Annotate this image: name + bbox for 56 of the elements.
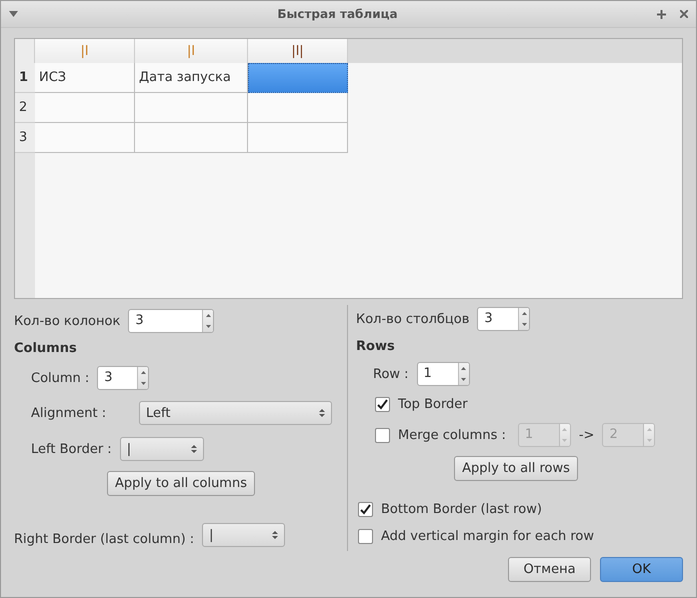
table-cell[interactable] [135, 93, 248, 123]
checkbox-label: Top Border [398, 396, 468, 412]
checkbox-label: Add vertical margin for each row [381, 528, 594, 544]
row-header[interactable]: 2 [15, 93, 35, 123]
up-arrow-icon[interactable] [461, 367, 466, 370]
table-cell[interactable] [135, 123, 248, 153]
updown-arrow-icon [272, 530, 278, 540]
spin-box[interactable]: 1 [416, 362, 470, 386]
table-cell[interactable] [35, 93, 135, 123]
checkbox[interactable] [358, 502, 373, 516]
field-label: Row : [373, 366, 409, 382]
window-title: Быстрая таблица [276, 7, 399, 21]
section-heading: Columns [14, 340, 78, 358]
checkbox-label: Merge columns : [398, 428, 506, 442]
up-arrow-icon[interactable] [140, 371, 146, 374]
down-arrow-icon[interactable] [206, 325, 211, 328]
down-arrow-icon[interactable] [140, 382, 146, 385]
up-arrow-icon[interactable] [522, 312, 527, 315]
dropdown[interactable]: | [120, 437, 204, 461]
field-label: Left Border : [31, 442, 112, 456]
cancel-button[interactable]: Отмена [508, 557, 591, 582]
down-arrow-icon[interactable] [522, 323, 527, 326]
checkbox[interactable] [375, 396, 390, 412]
down-arrow-icon[interactable] [461, 378, 466, 381]
table-cell[interactable] [248, 93, 348, 123]
table-cell[interactable] [248, 63, 348, 93]
field-label: Column : [31, 370, 90, 386]
apply-button[interactable]: Apply to all columns [107, 470, 255, 496]
field-label: Кол-во колонок [14, 314, 120, 328]
updown-arrow-icon [190, 444, 197, 454]
field-label: Alignment : [31, 406, 108, 420]
maximize-icon[interactable] [657, 10, 666, 18]
dropdown[interactable]: | [202, 523, 286, 547]
row-header[interactable]: 1 [15, 63, 35, 93]
table-cell[interactable] [35, 123, 135, 153]
close-icon[interactable] [680, 10, 688, 18]
up-arrow-icon[interactable] [206, 314, 211, 317]
row-header[interactable]: 3 [15, 123, 35, 153]
field-label: Right Border (last column) : [14, 532, 194, 547]
column-header[interactable]: |l| [248, 39, 348, 63]
arrow-label: -> [578, 428, 594, 442]
field-label: Кол-во столбцов [356, 312, 470, 326]
apply-button[interactable]: Apply to all rows [454, 456, 578, 480]
checkbox[interactable] [358, 528, 373, 544]
spin-box[interactable]: 3 [97, 366, 150, 390]
spin-box[interactable]: 3 [477, 307, 530, 331]
table-cell[interactable]: Дата запуска [135, 63, 248, 93]
table-cell[interactable]: ИСЗ [35, 63, 135, 93]
table-cell[interactable] [248, 123, 348, 153]
updown-arrow-icon [319, 408, 325, 418]
ok-button[interactable]: OK [600, 557, 683, 582]
spin-box[interactable]: 3 [128, 309, 214, 333]
dropdown[interactable]: Left [139, 401, 332, 425]
menu-arrow-icon[interactable] [9, 11, 18, 17]
checkbox-label: Bottom Border (last row) [381, 502, 542, 516]
section-heading: Rows [356, 338, 396, 356]
